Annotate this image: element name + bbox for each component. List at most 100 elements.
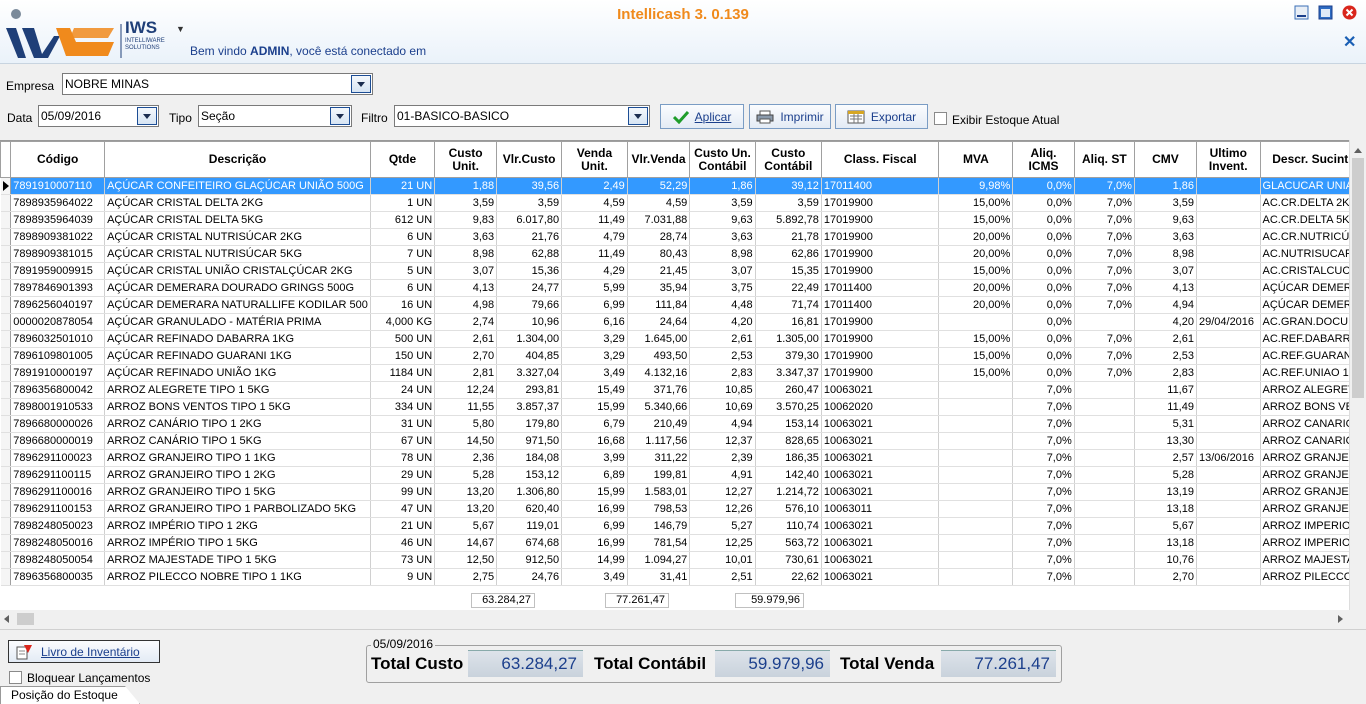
row-indicator[interactable] <box>0 551 12 569</box>
row-indicator[interactable] <box>0 466 12 484</box>
table-cell: 29/04/2016 <box>1196 313 1261 331</box>
table-row[interactable]: 7897846901393 AÇÚCAR DEMERARA DOURADO GRI… <box>0 279 1366 297</box>
column-header[interactable]: Custo Contábil <box>754 141 822 178</box>
row-indicator[interactable] <box>0 347 12 365</box>
table-row[interactable]: 7896356800035 ARROZ PILECCO NOBRE TIPO 1 … <box>0 568 1366 586</box>
vertical-scrollbar[interactable] <box>1349 140 1366 610</box>
scroll-thumb[interactable] <box>17 613 34 625</box>
close-form-icon[interactable]: ✕ <box>1343 32 1356 52</box>
column-header[interactable]: Custo Unit. <box>434 141 498 178</box>
table-cell <box>1196 279 1261 297</box>
table-row[interactable]: 7896291100016 ARROZ GRANJEIRO TIPO 1 5KG 9… <box>0 483 1366 501</box>
table-cell: 0,0% <box>1012 262 1075 280</box>
row-indicator[interactable] <box>0 398 12 416</box>
exportar-button[interactable]: Exportar <box>835 104 928 129</box>
row-indicator[interactable] <box>0 483 12 501</box>
row-indicator[interactable] <box>0 500 12 518</box>
scroll-up-icon[interactable] <box>1354 148 1362 153</box>
close-app-icon[interactable] <box>1342 5 1357 20</box>
tipo-select[interactable]: Seção <box>198 105 352 127</box>
table-cell: ARROZ PILECCO NOBRE TIPO 1 1KG <box>104 568 371 586</box>
table-row[interactable]: 7891910007110 AÇÚCAR CONFEITEIRO GLAÇÚCAR… <box>0 177 1366 195</box>
column-header[interactable]: Custo Un. Contábil <box>689 141 756 178</box>
row-indicator[interactable] <box>0 296 12 314</box>
row-indicator[interactable] <box>0 194 12 212</box>
scroll-thumb[interactable] <box>1352 158 1364 398</box>
chevron-down-icon[interactable] <box>628 107 648 125</box>
row-indicator[interactable] <box>0 534 12 552</box>
tab-posicao-estoque[interactable]: Posição do Estoque <box>0 686 140 704</box>
data-picker[interactable]: 05/09/2016 <box>38 105 159 127</box>
imprimir-button[interactable]: Imprimir <box>749 104 831 129</box>
filtro-select[interactable]: 01-BASICO-BASICO <box>394 105 650 127</box>
table-cell: AÇÚCAR GRANULADO - MATÉRIA PRIMA <box>104 313 371 331</box>
table-row[interactable]: 7898001910533 ARROZ BONS VENTOS TIPO 1 5K… <box>0 398 1366 416</box>
row-indicator[interactable] <box>0 330 12 348</box>
column-header[interactable]: Vlr.Custo <box>496 141 563 178</box>
column-header[interactable]: Qtde <box>369 141 436 178</box>
row-indicator[interactable] <box>0 228 12 246</box>
exibir-estoque-checkbox[interactable] <box>934 112 947 125</box>
empresa-select[interactable]: NOBRE MINAS <box>62 73 373 95</box>
bloquear-checkbox[interactable] <box>9 671 22 684</box>
maximize-icon[interactable] <box>1318 5 1333 20</box>
row-indicator[interactable] <box>0 177 12 195</box>
table-row[interactable]: 7896291100115 ARROZ GRANJEIRO TIPO 1 2KG 2… <box>0 466 1366 484</box>
table-row[interactable]: 7898935964022 AÇÚCAR CRISTAL DELTA 2KG 1 U… <box>0 194 1366 212</box>
row-indicator[interactable] <box>0 245 12 263</box>
table-row[interactable]: 0000020878054 AÇÚCAR GRANULADO - MATÉRIA … <box>0 313 1366 331</box>
table-cell <box>1196 415 1261 433</box>
table-row[interactable]: 7896291100153 ARROZ GRANJEIRO TIPO 1 PARB… <box>0 500 1366 518</box>
row-indicator[interactable] <box>0 211 12 229</box>
chevron-down-icon[interactable] <box>351 75 371 93</box>
scroll-left-icon[interactable] <box>4 615 9 623</box>
table-row[interactable]: 7898248050023 ARROZ IMPÉRIO TIPO 1 2KG 21 … <box>0 517 1366 535</box>
table-row[interactable]: 7896291100023 ARROZ GRANJEIRO TIPO 1 1KG 7… <box>0 449 1366 467</box>
table-row[interactable]: 7891959009915 AÇÚCAR CRISTAL UNIÃO CRISTA… <box>0 262 1366 280</box>
table-row[interactable]: 7896109801005 AÇÚCAR REFINADO GUARANI 1KG… <box>0 347 1366 365</box>
row-indicator[interactable] <box>0 279 12 297</box>
table-row[interactable]: 7891910000197 AÇÚCAR REFINADO UNIÃO 1KG 11… <box>0 364 1366 382</box>
table-cell: 10063021 <box>821 483 940 501</box>
column-header[interactable]: Ultimo Invent. <box>1195 141 1261 178</box>
row-indicator[interactable] <box>0 517 12 535</box>
chevron-down-icon[interactable] <box>137 107 157 125</box>
column-header[interactable]: Class. Fiscal <box>820 141 940 178</box>
horizontal-scrollbar[interactable] <box>0 611 1366 627</box>
table-row[interactable]: 7896256040197 AÇÚCAR DEMERARA NATURALLIFE… <box>0 296 1366 314</box>
table-row[interactable]: 7898935964039 AÇÚCAR CRISTAL DELTA 5KG 612… <box>0 211 1366 229</box>
column-header[interactable]: Vlr.Venda <box>626 141 691 178</box>
table-row[interactable]: 7896032501010 AÇÚCAR REFINADO DABARRA 1KG… <box>0 330 1366 348</box>
column-header[interactable]: Código <box>10 141 106 178</box>
row-indicator[interactable] <box>0 415 12 433</box>
scroll-right-icon[interactable] <box>1338 615 1343 623</box>
table-row[interactable]: 7898248050016 ARROZ IMPÉRIO TIPO 1 5KG 46 … <box>0 534 1366 552</box>
table-row[interactable]: 7898909381015 AÇÚCAR CRISTAL NUTRISÚCAR 5… <box>0 245 1366 263</box>
column-header[interactable]: Descrição <box>104 141 371 178</box>
table-row[interactable]: 7896356800042 ARROZ ALEGRETE TIPO 1 5KG 24… <box>0 381 1366 399</box>
row-indicator[interactable] <box>0 381 12 399</box>
row-indicator[interactable] <box>0 449 12 467</box>
column-header[interactable]: Venda Unit. <box>561 141 628 178</box>
logo-menu-arrow-icon[interactable]: ▼ <box>176 24 185 34</box>
row-indicator[interactable] <box>0 432 12 450</box>
column-header[interactable]: MVA <box>938 141 1014 178</box>
row-indicator[interactable] <box>0 262 12 280</box>
table-row[interactable]: 7896680000026 ARROZ CANÁRIO TIPO 1 2KG 31 … <box>0 415 1366 433</box>
aplicar-button[interactable]: Aplicar <box>660 104 744 129</box>
row-indicator[interactable] <box>0 364 12 382</box>
column-header[interactable]: Aliq. ICMS <box>1012 141 1075 178</box>
table-cell: 22,62 <box>755 568 822 586</box>
chevron-down-icon[interactable] <box>330 107 350 125</box>
table-cell: 0000020878054 <box>10 313 106 331</box>
table-row[interactable]: 7896680000019 ARROZ CANÁRIO TIPO 1 5KG 67 … <box>0 432 1366 450</box>
livro-inventario-button[interactable]: Livro de Inventário <box>8 640 160 663</box>
row-indicator[interactable] <box>0 313 12 331</box>
minimize-icon[interactable] <box>1294 5 1309 20</box>
table-row[interactable]: 7898909381022 AÇÚCAR CRISTAL NUTRISÚCAR 2… <box>0 228 1366 246</box>
table-row[interactable]: 7898248050054 ARROZ MAJESTADE TIPO 1 5KG 7… <box>0 551 1366 569</box>
column-header[interactable]: Descr. Sucint <box>1259 141 1362 178</box>
row-indicator[interactable] <box>0 568 12 586</box>
column-header[interactable]: Aliq. ST <box>1073 141 1135 178</box>
column-header[interactable]: CMV <box>1133 141 1197 178</box>
